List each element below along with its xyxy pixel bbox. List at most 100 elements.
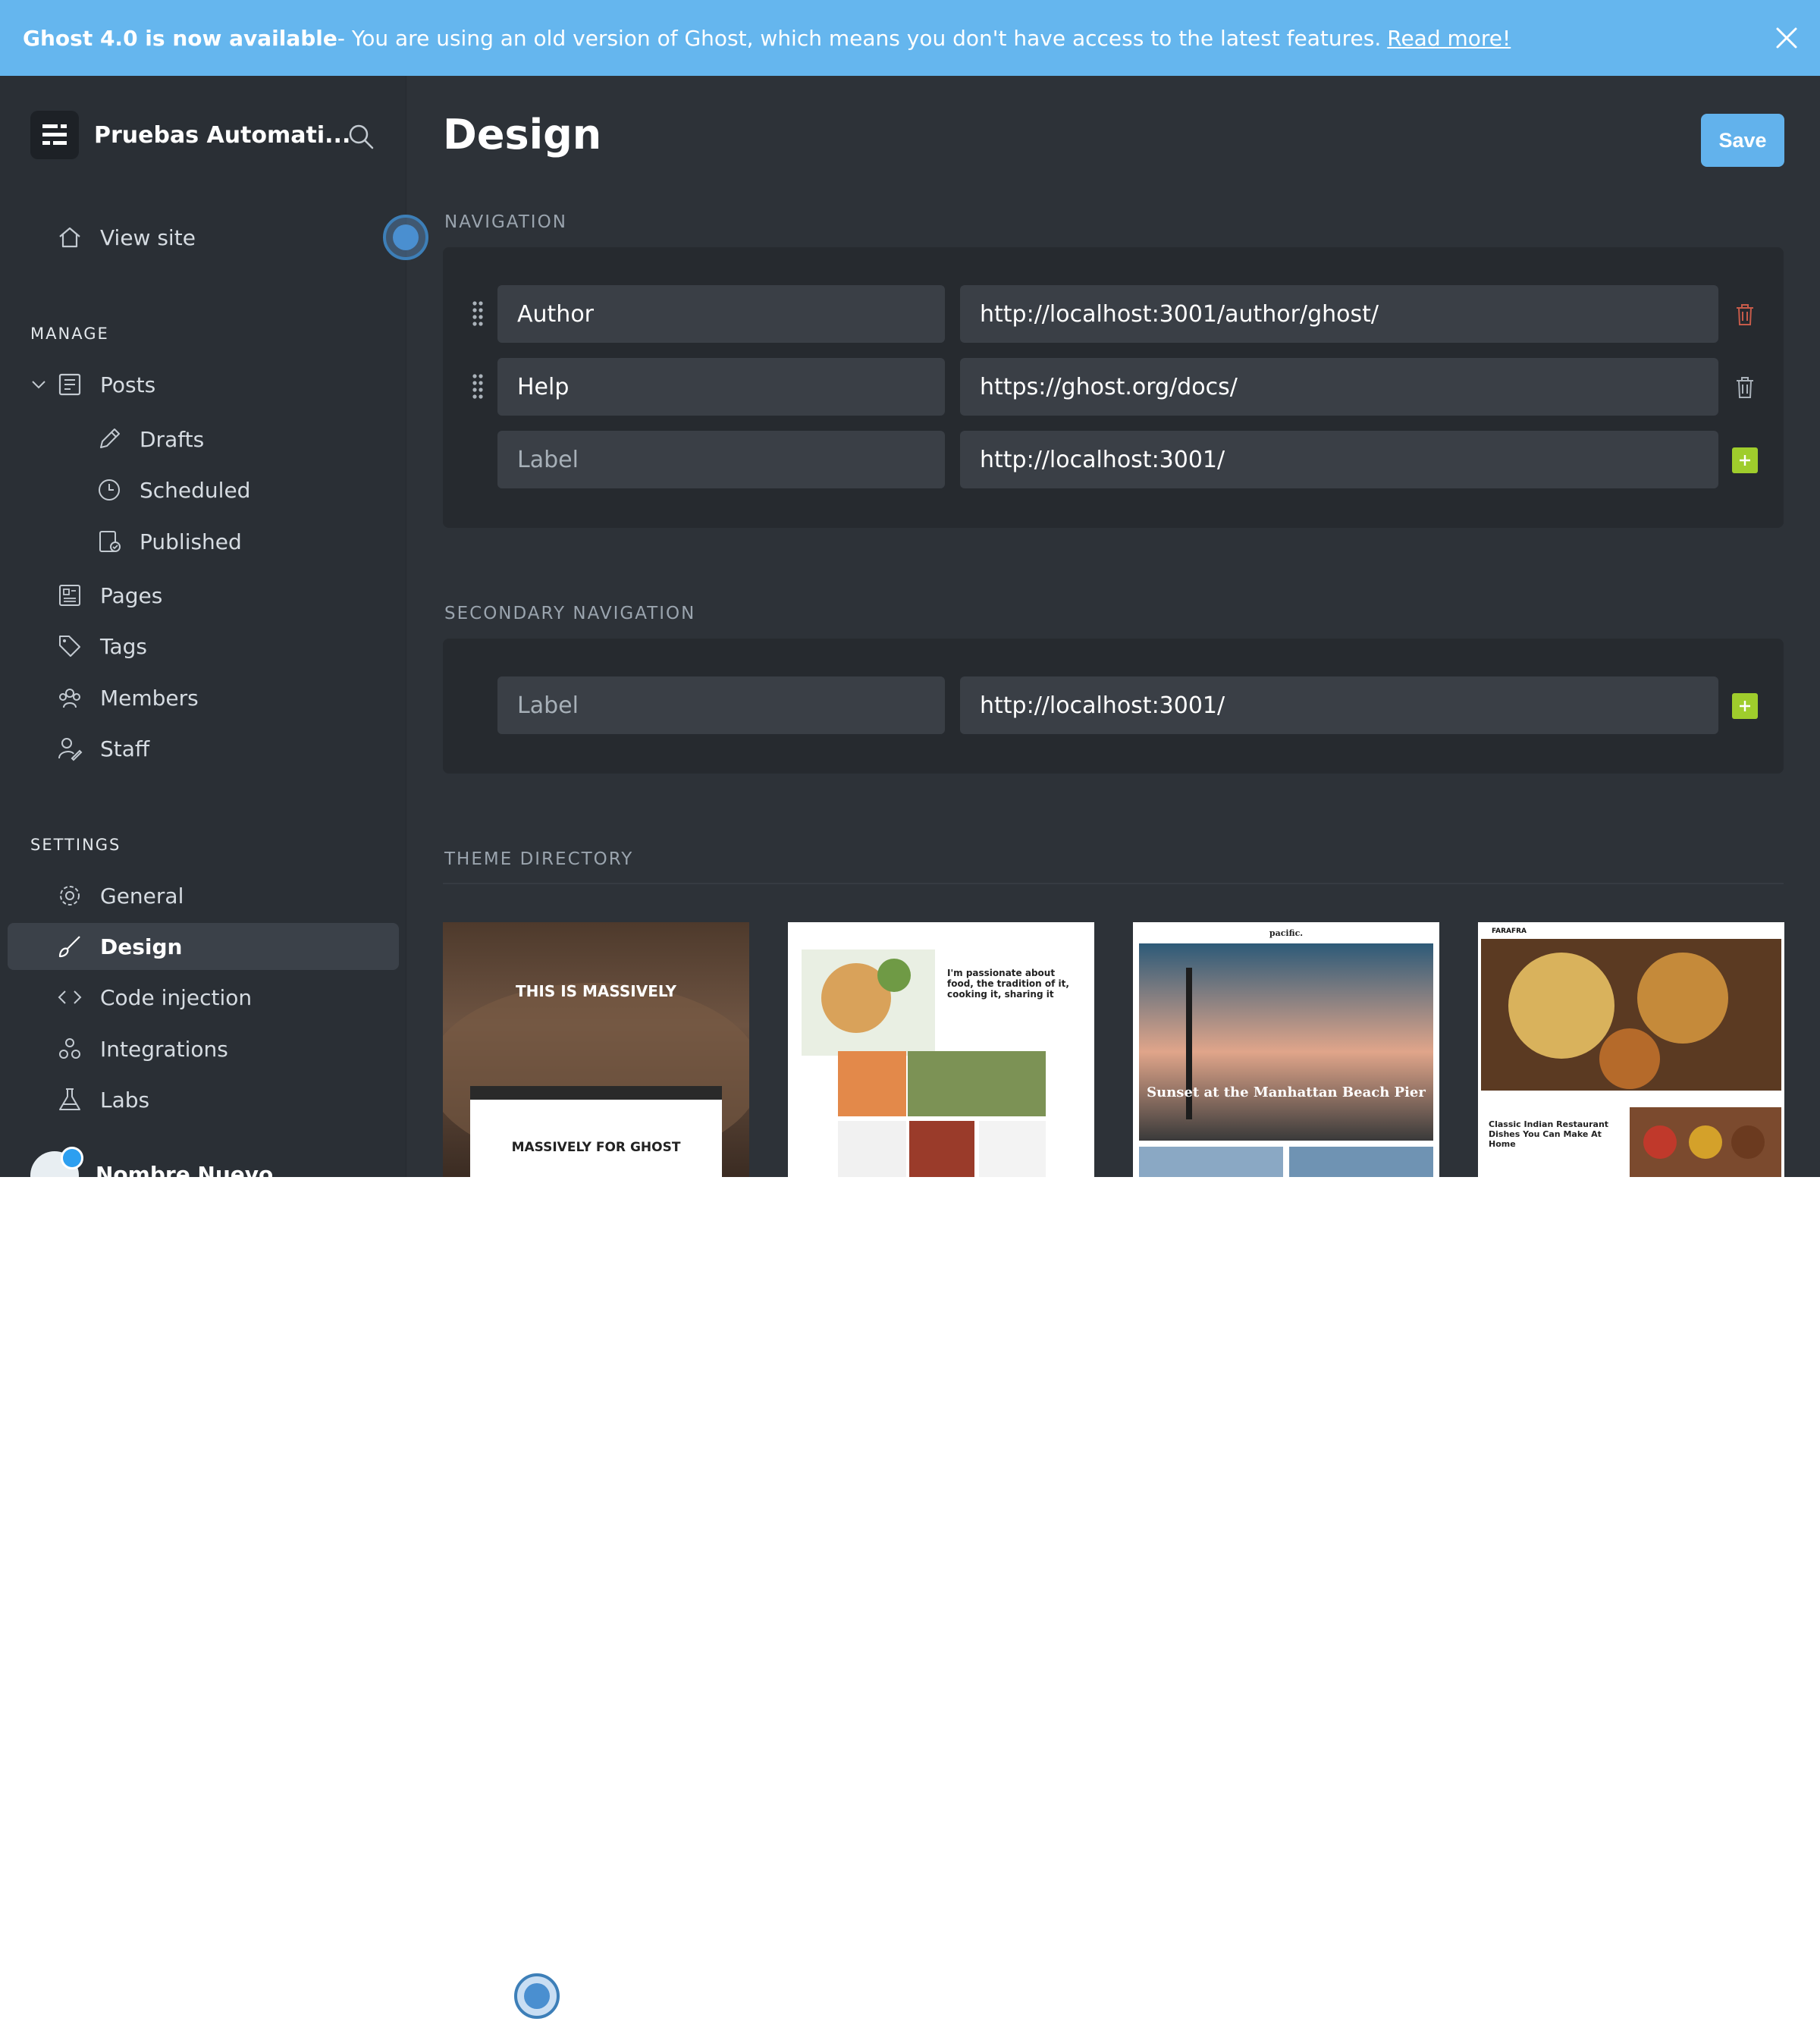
pacific-headline: Sunset at the Manhattan Beach Pier: [1147, 1084, 1426, 1100]
secondary-label-input[interactable]: [497, 676, 945, 734]
theme-directory-header: THEME DIRECTORY: [444, 849, 634, 869]
site-brand[interactable]: Pruebas Automati...: [30, 111, 350, 159]
theme-edition-card[interactable]: I'm passionate about food, the tradition…: [788, 922, 1094, 1177]
massively-title: THIS IS MASSIVELY: [516, 982, 677, 1000]
pacific-brand: pacific.: [1269, 928, 1303, 938]
click-indicator: [383, 215, 428, 260]
trash-icon[interactable]: [1732, 375, 1758, 400]
sidebar-item-tags[interactable]: Tags: [8, 623, 399, 670]
app-window: Pruebas Automati... View site MANAGE Pos…: [0, 76, 1820, 1177]
drag-handle-icon[interactable]: [472, 373, 484, 400]
banner-title: Ghost 4.0 is now available: [23, 25, 337, 51]
sidebar-item-members[interactable]: Members: [8, 674, 399, 721]
sidebar-item-general[interactable]: General: [8, 872, 399, 919]
trash-icon[interactable]: [1732, 302, 1758, 328]
clock-icon: [94, 475, 124, 505]
theme-massively-preview: THIS IS MASSIVELY MASSIVELY FOR GHOST: [443, 982, 749, 1177]
sidebar-item-label: Published: [140, 529, 242, 554]
sidebar: Pruebas Automati... View site MANAGE Pos…: [0, 76, 406, 1177]
published-icon: [94, 526, 124, 557]
sidebar-item-label: Labs: [100, 1087, 150, 1113]
nav-label-input[interactable]: [497, 358, 945, 416]
secondary-url-input[interactable]: [960, 676, 1718, 734]
manage-header: MANAGE: [30, 325, 109, 343]
nav-row: [443, 285, 1784, 343]
avatar: [30, 1147, 83, 1177]
sidebar-item-integrations[interactable]: Integrations: [8, 1025, 399, 1072]
sidebar-item-label: Tags: [100, 633, 147, 659]
nav-new-row: [443, 676, 1784, 734]
page-title: Design: [443, 111, 602, 159]
pencil-icon: [94, 424, 124, 454]
sidebar-item-published[interactable]: Published: [8, 518, 399, 565]
nav-url-input[interactable]: [960, 285, 1718, 343]
sidebar-item-label: Staff: [100, 736, 150, 761]
theme-edition-preview: I'm passionate about food, the tradition…: [802, 950, 1069, 1177]
sidebar-item-label: Drafts: [140, 426, 205, 452]
sidebar-item-label: Posts: [100, 372, 156, 397]
sidebar-item-label: General: [100, 883, 184, 909]
theme-massively-card[interactable]: THIS IS MASSIVELY MASSIVELY FOR GHOST: [443, 922, 749, 1177]
nav-new-url-input[interactable]: [960, 431, 1718, 488]
site-name: Pruebas Automati...: [94, 121, 351, 149]
sidebar-item-pages[interactable]: Pages: [8, 572, 399, 619]
sidebar-item-label: Design: [100, 934, 183, 959]
massively-subtitle: MASSIVELY FOR GHOST: [512, 1140, 681, 1155]
close-icon[interactable]: [1770, 21, 1803, 55]
alto-headline: Classic Indian Restaurant Dishes You Can…: [1489, 1119, 1609, 1149]
sidebar-item-label: Pages: [100, 582, 163, 608]
sidebar-item-scheduled[interactable]: Scheduled: [8, 466, 399, 513]
sidebar-item-labs[interactable]: Labs: [8, 1076, 399, 1123]
sidebar-item-label: Scheduled: [140, 477, 251, 503]
view-site-label: View site: [100, 224, 196, 250]
read-more-link[interactable]: Read more!: [1387, 26, 1511, 51]
search-icon[interactable]: [347, 123, 375, 150]
integrations-icon: [55, 1034, 85, 1064]
secondary-navigation-header: SECONDARY NAVIGATION: [444, 604, 696, 623]
update-banner: Ghost 4.0 is now available - You are usi…: [0, 0, 1820, 76]
alto-brand: FARAFRA: [1492, 928, 1527, 935]
divider: [443, 883, 1784, 884]
brush-icon: [55, 931, 85, 962]
site-logo-icon: [30, 111, 79, 159]
nav-new-label-input[interactable]: [497, 431, 945, 488]
theme-pacific-card[interactable]: pacific. Sunset at the Manhattan Beach P…: [1133, 922, 1439, 1177]
secondary-navigation-panel: [443, 639, 1784, 774]
members-icon: [55, 683, 85, 713]
posts-icon: [55, 369, 85, 400]
tag-icon: [55, 631, 85, 661]
nav-new-row: [443, 431, 1784, 488]
navigation-panel: [443, 247, 1784, 528]
flask-icon: [55, 1084, 85, 1115]
sidebar-item-design[interactable]: Design: [8, 923, 399, 970]
drag-handle-icon[interactable]: [472, 300, 484, 328]
user-name: Nombre Nuevo: [96, 1161, 274, 1178]
nav-url-input[interactable]: [960, 358, 1718, 416]
click-indicator: [514, 1973, 560, 2019]
sidebar-item-staff[interactable]: Staff: [8, 725, 399, 772]
save-button[interactable]: Save: [1701, 114, 1784, 167]
banner-text: - You are using an old version of Ghost,…: [337, 25, 1382, 51]
pages-icon: [55, 580, 85, 611]
view-site-link[interactable]: View site: [8, 214, 399, 261]
sidebar-item-label: Members: [100, 685, 199, 711]
add-icon[interactable]: [1732, 447, 1758, 473]
sidebar-item-label: Code injection: [100, 984, 253, 1010]
code-icon: [55, 982, 85, 1012]
sidebar-item-label: Integrations: [100, 1036, 228, 1062]
navigation-header: NAVIGATION: [444, 212, 567, 232]
edition-headline: I'm passionate about food, the tradition…: [947, 968, 1069, 1000]
sidebar-item-posts[interactable]: Posts: [8, 361, 399, 408]
add-icon[interactable]: [1732, 693, 1758, 719]
nav-row: [443, 358, 1784, 416]
sidebar-item-code-injection[interactable]: Code injection: [8, 974, 399, 1021]
staff-icon: [55, 733, 85, 764]
nav-label-input[interactable]: [497, 285, 945, 343]
gear-icon: [55, 880, 85, 911]
sidebar-item-drafts[interactable]: Drafts: [8, 416, 399, 463]
home-icon: [55, 222, 85, 253]
theme-alto-card[interactable]: FARAFRA Classic Indian Restaurant Dishes…: [1478, 922, 1784, 1177]
theme-alto-preview: FARAFRA Classic Indian Restaurant Dishes…: [1481, 928, 1781, 1177]
theme-pacific-preview: pacific. Sunset at the Manhattan Beach P…: [1139, 928, 1433, 1177]
user-menu[interactable]: Nombre Nuevo: [30, 1147, 274, 1178]
